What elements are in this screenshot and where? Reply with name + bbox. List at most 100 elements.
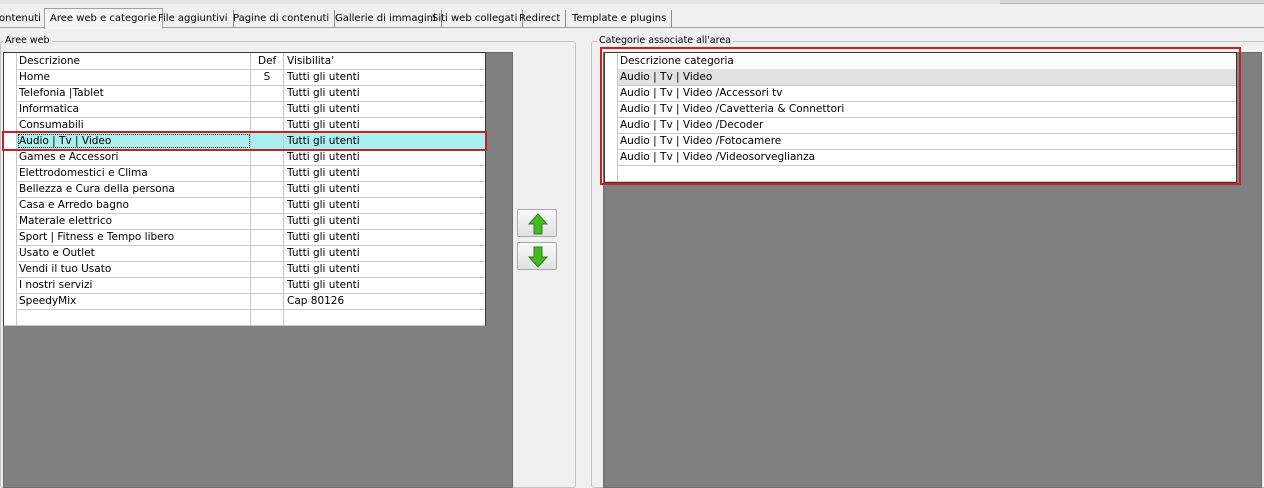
cell-descrizione: Games e Accessori	[17, 149, 251, 165]
cell-visibilita: Tutti gli utenti	[287, 263, 360, 275]
table-row[interactable]: Games e Accessori Tutti gli utenti	[4, 149, 485, 166]
table-row[interactable]: SpeedyMix Cap 80126	[4, 293, 485, 310]
row-indicator	[4, 277, 17, 293]
table-row[interactable]: I nostri servizi Tutti gli utenti	[4, 277, 485, 294]
cell-visibilita: Tutti gli utenti	[287, 199, 360, 211]
cell-def	[251, 101, 284, 117]
tab-bar-baseline	[0, 27, 1264, 28]
row-indicator	[4, 85, 17, 101]
cell-descrizione: Informatica	[17, 101, 251, 117]
cell-descrizione: Telefonia |Tablet	[17, 85, 251, 101]
table-row[interactable]: Home S Tutti gli utenti	[4, 69, 485, 86]
table-row[interactable]: Usato e Outlet Tutti gli utenti	[4, 245, 485, 262]
cell-descrizione: Usato e Outlet	[17, 245, 251, 261]
cell-descrizione: Bellezza e Cura della persona	[17, 181, 251, 197]
tab-gallerie-di-immagini[interactable]: Gallerie di immagini	[330, 10, 442, 27]
table-row[interactable]: Audio | Tv | Video Tutti gli utenti	[4, 133, 485, 150]
row-indicator	[4, 117, 17, 133]
row-indicator	[4, 197, 17, 213]
row-indicator	[4, 261, 17, 277]
table-row[interactable]: Consumabili Tutti gli utenti	[4, 117, 485, 134]
table-row-empty[interactable]	[605, 165, 1236, 182]
cell-descrizione-categoria: Audio | Tv | Video	[620, 71, 713, 83]
row-indicator	[4, 293, 17, 309]
cell-descrizione-categoria: Audio | Tv | Video /Accessori tv	[620, 87, 783, 99]
row-indicator	[4, 181, 17, 197]
row-indicator	[605, 117, 618, 133]
cell-visibilita: Tutti gli utenti	[287, 279, 360, 291]
cell-def	[251, 293, 284, 309]
cell-visibilita: Tutti gli utenti	[287, 71, 360, 83]
row-indicator	[605, 149, 618, 165]
table-row[interactable]: Audio | Tv | Video /Cavetteria & Connett…	[605, 101, 1236, 118]
table-row[interactable]: Audio | Tv | Video /Fotocamere	[605, 133, 1236, 150]
categorie-label: Categorie associate all'area	[597, 35, 733, 46]
green-arrow-up-icon	[528, 213, 548, 235]
cell-descrizione: Vendi il tuo Usato	[17, 261, 251, 277]
table-row[interactable]: Casa e Arredo bagno Tutti gli utenti	[4, 197, 485, 214]
tab-template-e-plugins[interactable]: Template e plugins	[567, 10, 673, 27]
table-row[interactable]: Elettrodomestici e Clima Tutti gli utenti	[4, 165, 485, 182]
categorie-grid: Descrizione categoria Audio | Tv | Video…	[604, 52, 1237, 183]
column-header-descrizione[interactable]: Descrizione	[17, 53, 251, 69]
tab-contenuti[interactable]: ontenuti	[0, 10, 47, 27]
cell-def	[251, 85, 284, 101]
table-row[interactable]: Informatica Tutti gli utenti	[4, 101, 485, 118]
table-row[interactable]: Bellezza e Cura della persona Tutti gli u…	[4, 181, 485, 198]
cell-descrizione: Materale elettrico	[17, 213, 251, 229]
tab-siti-web-collegati[interactable]: Siti web collegati	[427, 10, 524, 27]
window-top-strip	[0, 0, 1264, 4]
focus-rectangle	[18, 134, 250, 148]
cell-def	[251, 149, 284, 165]
cell-descrizione: Home	[17, 69, 251, 85]
cell-def	[251, 181, 284, 197]
cell-def: S	[251, 69, 284, 85]
row-indicator	[4, 69, 17, 85]
green-arrow-down-icon	[528, 246, 548, 268]
cell-def	[251, 277, 284, 293]
cell-visibilita: Tutti gli utenti	[287, 119, 360, 131]
top-control	[1000, 0, 1264, 4]
categorie-header-row: Descrizione categoria	[605, 53, 1236, 70]
cell-visibilita	[284, 309, 485, 325]
row-indicator	[605, 53, 618, 69]
cell-visibilita: Tutti gli utenti	[287, 247, 360, 259]
table-row[interactable]: Vendi il tuo Usato Tutti gli utenti	[4, 261, 485, 278]
row-indicator	[4, 309, 17, 325]
row-indicator	[605, 85, 618, 101]
tab-redirect[interactable]: Redirect	[514, 10, 567, 27]
aree-web-header-row: Descrizione Def Visibilita'	[4, 53, 485, 70]
tab-aree-web-e-categorie[interactable]: Aree web e categorie	[44, 8, 163, 29]
row-indicator	[4, 133, 17, 149]
table-row[interactable]: Audio | Tv | Video /Videosorveglianza	[605, 149, 1236, 166]
cell-def	[251, 229, 284, 245]
row-indicator	[605, 101, 618, 117]
cell-def	[251, 165, 284, 181]
cell-descrizione	[17, 309, 251, 325]
table-row[interactable]: Materale elettrico Tutti gli utenti	[4, 213, 485, 230]
tab-pagine-di-contenuti[interactable]: Pagine di contenuti	[228, 10, 336, 27]
tab-bar: ontenuti Aree web e categorie File aggiu…	[0, 8, 1264, 29]
row-indicator	[4, 165, 17, 181]
table-row[interactable]: Audio | Tv | Video /Accessori tv	[605, 85, 1236, 102]
table-row[interactable]: Audio | Tv | Video /Decoder	[605, 117, 1236, 134]
cell-descrizione: Elettrodomestici e Clima	[17, 165, 251, 181]
column-header-descrizione-categoria[interactable]: Descrizione categoria	[618, 53, 1236, 69]
table-row[interactable]: Telefonia |Tablet Tutti gli utenti	[4, 85, 485, 102]
table-row[interactable]: Audio | Tv | Video	[605, 69, 1236, 86]
move-down-button[interactable]	[517, 242, 557, 270]
row-indicator	[605, 133, 618, 149]
column-header-def[interactable]: Def	[251, 53, 284, 69]
move-up-button[interactable]	[517, 209, 557, 237]
cell-visibilita: Tutti gli utenti	[287, 167, 360, 179]
row-indicator	[4, 213, 17, 229]
table-row[interactable]: Sport | Fitness e Tempo libero Tutti gli …	[4, 229, 485, 246]
column-header-visibilita[interactable]: Visibilita'	[284, 53, 485, 69]
row-indicator	[605, 69, 618, 85]
cell-descrizione: I nostri servizi	[17, 277, 251, 293]
cell-descrizione: Sport | Fitness e Tempo libero	[17, 229, 251, 245]
table-row-empty[interactable]	[4, 309, 485, 326]
tab-file-aggiuntivi[interactable]: File aggiuntivi	[153, 10, 234, 27]
cell-def	[251, 309, 284, 325]
row-indicator	[4, 53, 17, 69]
